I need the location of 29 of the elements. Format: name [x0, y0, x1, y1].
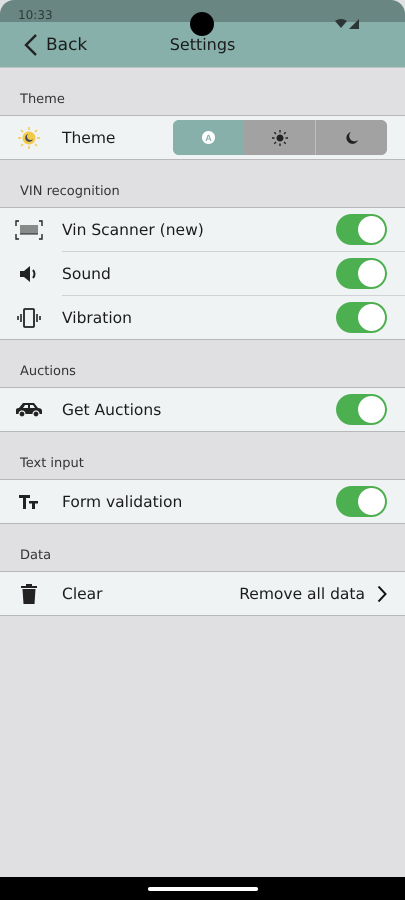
toggle-switch[interactable]: [336, 214, 387, 245]
wifi-signal-icon: [335, 18, 361, 30]
toggle-switch[interactable]: [336, 258, 387, 289]
chevron-left-icon: [24, 32, 38, 56]
screen-title: Settings: [170, 35, 236, 54]
chevron-right-icon: [377, 584, 387, 602]
camera-cutout-icon: [190, 12, 214, 36]
sun-moon-icon: [17, 126, 41, 150]
car-icon: [15, 402, 43, 418]
auto-theme-badge: A: [202, 131, 215, 144]
back-button[interactable]: Back: [0, 32, 88, 56]
phone-vibration-icon: [16, 308, 42, 328]
trash-icon: [21, 584, 37, 604]
moon-icon: [344, 130, 358, 144]
text-size-icon: [19, 494, 39, 510]
setting-label: Vin Scanner (new): [62, 220, 205, 238]
barcode-scanner-icon: [15, 218, 43, 240]
status-time: 10:33: [18, 8, 53, 22]
setting-label: Vibration: [62, 308, 133, 326]
setting-label: Theme: [62, 128, 116, 146]
toggle-switch[interactable]: [336, 302, 387, 333]
remove-data-link[interactable]: Remove all data: [239, 584, 387, 602]
setting-label: Form validation: [62, 492, 184, 510]
toggle-switch[interactable]: [336, 486, 387, 517]
setting-label: Sound: [62, 264, 112, 282]
setting-label: Get Auctions: [62, 400, 162, 418]
toggle-switch[interactable]: [336, 394, 387, 425]
sun-icon: [272, 130, 288, 146]
setting-label: Clear: [62, 584, 104, 602]
